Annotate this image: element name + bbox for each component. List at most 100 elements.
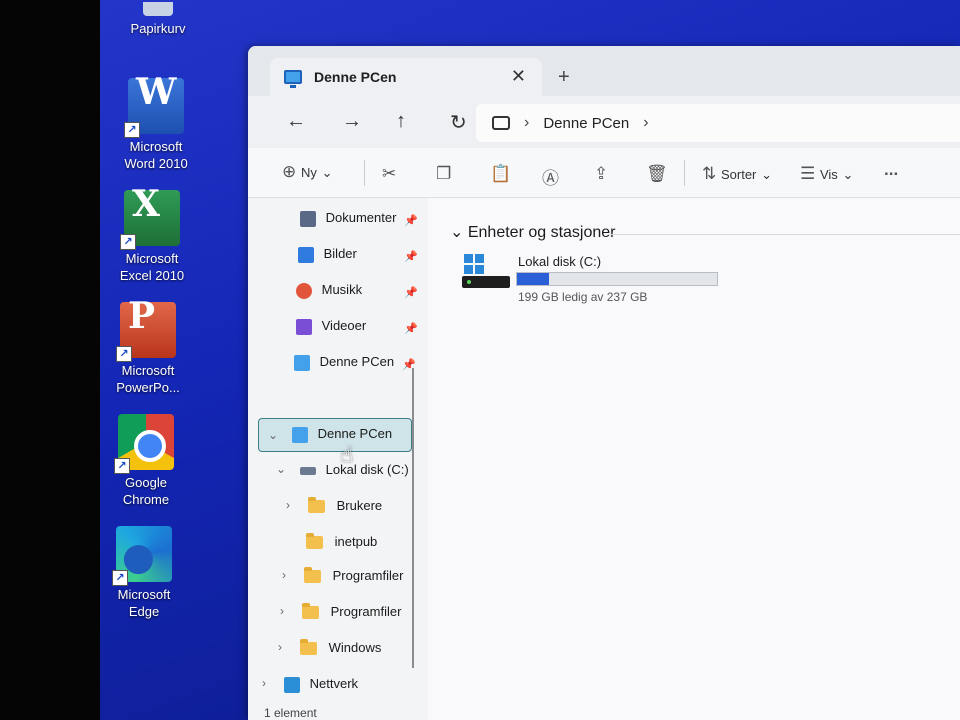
back-button[interactable]: ← [286, 110, 306, 133]
folder-icon [308, 497, 325, 514]
desktop-icon-excel[interactable]: X ↗ Microsoft Excel 2010 [110, 186, 194, 284]
cut-button[interactable]: ✂ [382, 164, 396, 184]
pc-icon [294, 354, 310, 371]
file-explorer-window: Denne PCen ✕ + ← → ↑ ↻ › Denne PCen › ⊕ … [248, 46, 960, 720]
group-header-devices[interactable]: ⌄ Enheter og stasjoner [450, 222, 616, 242]
content-pane: ⌄ Enheter og stasjoner Lokal disk (C:) 1… [428, 198, 960, 720]
tree-item-folder[interactable]: Brukere [308, 497, 382, 514]
sort-button[interactable]: ⇅ Sorter ⌄ [702, 164, 772, 184]
network-icon [284, 676, 300, 693]
chevron-right-icon[interactable]: › [282, 568, 286, 582]
pictures-icon [298, 246, 314, 263]
command-bar: ⊕ Ny ⌄ ✂ ❐ 📋 Ⓐ ⇪ 🗑 ⇅ Sorter ⌄ ☰ Vis ⌄ ..… [248, 148, 960, 198]
tree-item-folder[interactable]: Programfiler [302, 603, 401, 620]
chrome-icon: ↗ [114, 414, 174, 474]
chevron-down-icon: ⌄ [450, 224, 464, 241]
desktop-icon-label: Microsoft PowerPo... [116, 363, 180, 395]
tree-item-folder[interactable]: inetpub [306, 533, 377, 550]
tree-item-folder[interactable]: Programfiler [304, 567, 403, 584]
hard-drive-icon [462, 276, 510, 288]
edge-icon: ↗ [112, 526, 172, 586]
tree-item-local-disk[interactable]: Lokal disk (C:) [300, 462, 409, 477]
tree-item-network[interactable]: Nettverk [284, 676, 358, 693]
drive-usage-bar [516, 272, 718, 286]
scissors-icon: ✂ [382, 164, 397, 183]
hand-cursor-icon: ☝ [340, 442, 354, 467]
desktop-icon-label: Papirkurv [130, 21, 186, 36]
chevron-right-icon[interactable]: › [278, 640, 282, 654]
more-options-button[interactable]: ... [884, 160, 898, 180]
chevron-down-icon: ⌄ [321, 165, 333, 180]
videos-icon [296, 318, 312, 335]
tab-title: Denne PCen [314, 69, 397, 85]
tab-denne-pcen[interactable]: Denne PCen ✕ [270, 58, 542, 96]
delete-button[interactable]: 🗑 [646, 164, 668, 184]
rename-button[interactable]: Ⓐ [542, 164, 559, 189]
close-tab-icon[interactable]: ✕ [511, 66, 526, 87]
view-list-icon: ☰ [800, 164, 816, 183]
desktop-icon-recycle-bin[interactable]: Papirkurv [116, 2, 200, 37]
tree-item-this-pc[interactable]: Denne PCen [292, 426, 392, 443]
sidebar-item-documents[interactable]: Dokumenter [300, 210, 396, 227]
copy-button[interactable]: ❐ [436, 164, 451, 184]
clipboard-icon: 📋 [490, 164, 512, 183]
navigation-bar: ← → ↑ ↻ › Denne PCen › [248, 96, 960, 148]
desktop-icon-edge[interactable]: ↗ Microsoft Edge [102, 526, 186, 620]
desktop-icon-word[interactable]: W ↗ Microsoft Word 2010 [114, 74, 198, 172]
folder-icon [304, 567, 321, 584]
sidebar-item-this-pc-pinned[interactable]: Denne PCen [294, 354, 394, 371]
windows-drive-icon [462, 252, 510, 292]
sort-icon: ⇅ [702, 164, 717, 183]
divider [364, 160, 365, 186]
shortcut-arrow-icon: ↗ [120, 234, 136, 250]
trash-icon: 🗑 [646, 164, 668, 183]
music-icon [296, 282, 312, 299]
rename-icon: Ⓐ [542, 169, 559, 188]
up-button[interactable]: ↑ [396, 110, 406, 133]
sidebar-item-videos[interactable]: Videoer [296, 318, 366, 335]
chevron-right-icon[interactable]: › [286, 498, 290, 512]
view-button[interactable]: ☰ Vis ⌄ [800, 164, 853, 184]
sidebar-item-music[interactable]: Musikk [296, 282, 362, 299]
shortcut-arrow-icon: ↗ [114, 458, 130, 474]
shortcut-arrow-icon: ↗ [112, 570, 128, 586]
desktop-icon-label: Microsoft Word 2010 [124, 139, 188, 171]
forward-button[interactable]: → [342, 110, 362, 133]
divider [684, 160, 685, 186]
excel-icon: X ↗ [120, 186, 180, 250]
shortcut-arrow-icon: ↗ [116, 346, 132, 362]
refresh-button[interactable]: ↻ [450, 110, 467, 135]
paste-button[interactable]: 📋 [490, 164, 511, 184]
address-bar[interactable]: › Denne PCen › [476, 104, 960, 142]
drive-usage-fill [517, 273, 549, 285]
drive-icon [300, 466, 316, 475]
chevron-right-icon[interactable]: › [280, 604, 284, 618]
recycle-bin-icon [143, 2, 173, 16]
sidebar-item-pictures[interactable]: Bilder [298, 246, 357, 263]
new-tab-button[interactable]: + [558, 66, 570, 89]
desktop-icon-chrome[interactable]: ↗ Google Chrome [104, 414, 188, 508]
breadcrumb-denne-pcen[interactable]: Denne PCen [543, 115, 629, 132]
desktop-icon-powerpoint[interactable]: P ↗ Microsoft PowerPo... [106, 298, 190, 396]
share-button[interactable]: ⇪ [594, 164, 608, 184]
scrollbar[interactable] [412, 368, 414, 668]
pc-icon [284, 70, 302, 88]
chevron-right-icon[interactable]: › [262, 676, 266, 690]
folder-icon [300, 639, 317, 656]
folder-icon [302, 603, 319, 620]
drive-free-space: 199 GB ledig av 237 GB [518, 290, 648, 304]
chevron-down-icon[interactable]: ⌄ [276, 462, 286, 476]
share-icon: ⇪ [594, 164, 609, 183]
desktop-icon-label: Microsoft Excel 2010 [119, 251, 185, 283]
new-button[interactable]: ⊕ Ny ⌄ [282, 162, 333, 182]
drive-tile-local-disk[interactable]: Lokal disk (C:) 199 GB ledig av 237 GB [462, 252, 762, 312]
breadcrumb-separator[interactable]: › [643, 114, 648, 132]
divider [608, 234, 960, 235]
status-bar-text: 1 element [264, 706, 317, 720]
chevron-down-icon[interactable]: ⌄ [268, 428, 278, 442]
copy-icon: ❐ [436, 164, 452, 183]
monitor-icon [492, 116, 510, 130]
pin-icon: 📌 [404, 287, 418, 299]
folder-icon [306, 533, 323, 550]
tree-item-folder[interactable]: Windows [300, 639, 381, 656]
